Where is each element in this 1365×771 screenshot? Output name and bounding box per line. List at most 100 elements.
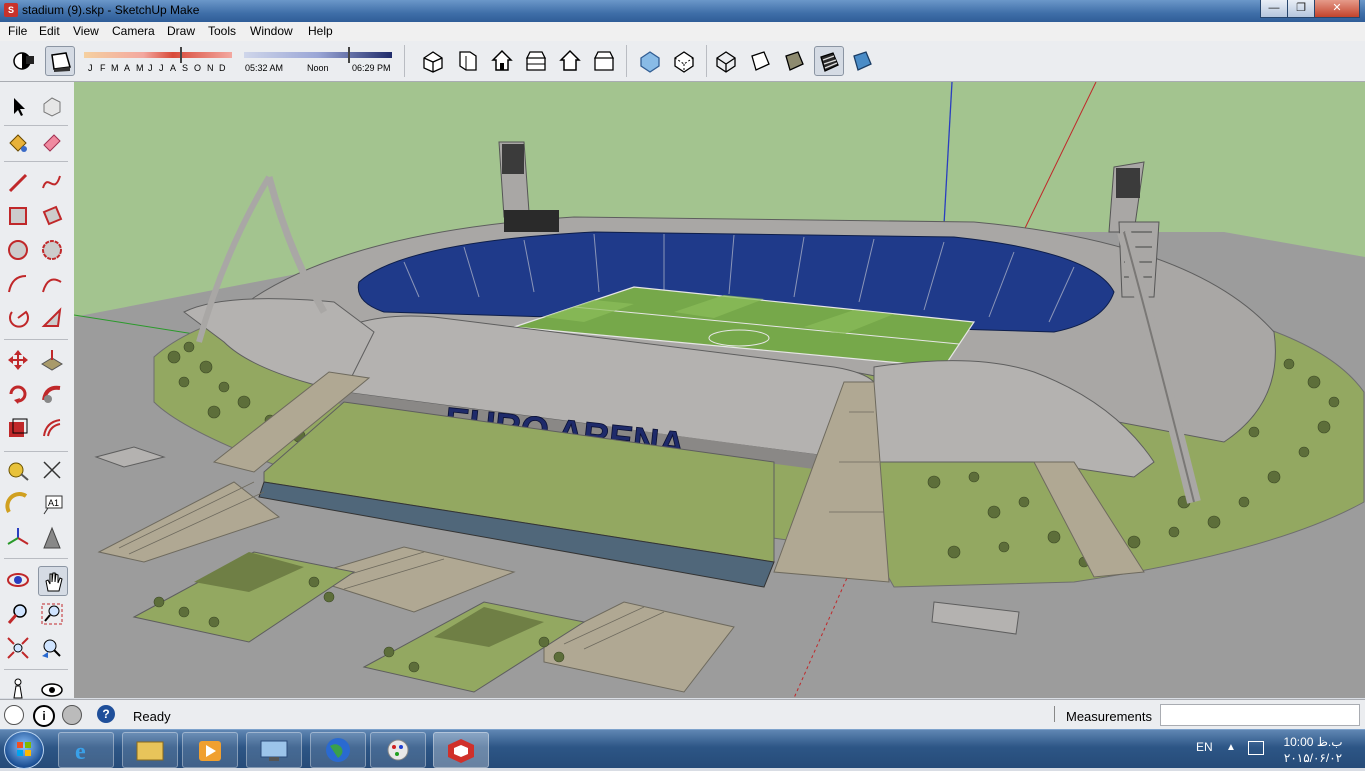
- paint-bucket-icon[interactable]: [4, 127, 32, 155]
- menu-view[interactable]: View: [73, 24, 99, 38]
- tape-measure-icon[interactable]: [4, 456, 32, 484]
- xray-icon[interactable]: [636, 46, 664, 74]
- iso-view-icon[interactable]: [419, 46, 447, 74]
- orbit-icon[interactable]: [4, 566, 32, 594]
- help-icon[interactable]: ?: [97, 705, 115, 723]
- credits-icon[interactable]: i: [33, 705, 55, 727]
- zoom-window-icon[interactable]: [38, 600, 66, 628]
- palette-separator: [4, 125, 68, 126]
- text-icon[interactable]: A1: [38, 490, 66, 518]
- follow-me-tool-icon[interactable]: [38, 380, 66, 408]
- palette-separator: [4, 339, 68, 340]
- freehand-icon[interactable]: [38, 168, 66, 196]
- language-indicator[interactable]: EN: [1196, 740, 1213, 754]
- month-label: M: [111, 63, 119, 73]
- google-earth-icon[interactable]: [310, 732, 366, 768]
- month-label: J: [88, 63, 93, 73]
- polygon-icon[interactable]: [38, 236, 66, 264]
- make-component-icon[interactable]: [38, 92, 66, 120]
- sketchup-icon[interactable]: [433, 732, 489, 768]
- wireframe-icon[interactable]: [712, 46, 740, 74]
- position-camera-icon[interactable]: [4, 674, 32, 702]
- front-view-icon[interactable]: [488, 46, 516, 74]
- arc-icon[interactable]: [4, 270, 32, 298]
- tool-palette: A1: [0, 82, 75, 699]
- zoom-icon[interactable]: [4, 600, 32, 628]
- measurements-input[interactable]: [1160, 704, 1360, 726]
- menu-file[interactable]: File: [8, 24, 27, 38]
- menu-draw[interactable]: Draw: [167, 24, 195, 38]
- rotated-rectangle-icon[interactable]: [38, 202, 66, 230]
- palette-separator: [4, 669, 68, 670]
- hidden-line-icon[interactable]: [746, 46, 774, 74]
- rectangle-icon[interactable]: [4, 202, 32, 230]
- right-view-icon[interactable]: [522, 46, 550, 74]
- menu-window[interactable]: Window: [250, 24, 293, 38]
- time-slider[interactable]: [244, 52, 392, 58]
- menu-tools[interactable]: Tools: [208, 24, 236, 38]
- date-slider-thumb[interactable]: [180, 47, 182, 63]
- zoom-extents-icon[interactable]: [4, 634, 32, 662]
- select-tool-icon[interactable]: [4, 92, 32, 120]
- move-icon[interactable]: [4, 346, 32, 374]
- line-tool-icon[interactable]: [4, 168, 32, 196]
- show-hidden-icons-icon[interactable]: ▲: [1226, 742, 1236, 753]
- network-icon[interactable]: [246, 732, 302, 768]
- offset-icon[interactable]: [38, 414, 66, 442]
- pie-icon[interactable]: [4, 304, 32, 332]
- geo-location-icon[interactable]: [4, 705, 24, 725]
- menu-help[interactable]: Help: [308, 24, 333, 38]
- left-view-icon[interactable]: [590, 46, 618, 74]
- file-explorer-icon[interactable]: [122, 732, 178, 768]
- axes-icon[interactable]: [4, 524, 32, 552]
- paint-icon[interactable]: [370, 732, 426, 768]
- clock-date[interactable]: ۲۰۱۵/۰۶/۰۲: [1283, 751, 1343, 765]
- sketchup-app-icon[interactable]: S: [4, 3, 18, 17]
- previous-view-icon[interactable]: [38, 634, 66, 662]
- dimension-icon[interactable]: [38, 456, 66, 484]
- toolbar-separator: [706, 45, 707, 77]
- circle-icon[interactable]: [4, 236, 32, 264]
- time-slider-thumb[interactable]: [348, 47, 350, 63]
- menu-camera[interactable]: Camera: [112, 24, 155, 38]
- shaded-icon[interactable]: [780, 46, 808, 74]
- shaded-with-textures-icon[interactable]: [814, 46, 844, 76]
- follow-me-icon[interactable]: [38, 304, 66, 332]
- fog-icon[interactable]: [45, 46, 75, 76]
- clock-time[interactable]: 10:00 ب.ظ: [1283, 735, 1343, 749]
- rotate-icon[interactable]: [4, 380, 32, 408]
- 3d-text-icon[interactable]: [38, 524, 66, 552]
- internet-explorer-icon[interactable]: e: [58, 732, 114, 768]
- user-icon[interactable]: [62, 705, 82, 725]
- month-label: M: [136, 63, 144, 73]
- back-view-icon[interactable]: [556, 46, 584, 74]
- windows-taskbar: e EN ▲ 10:00 ب.ظ ۲۰۱۵/۰۶/۰۲: [0, 729, 1365, 769]
- action-center-icon[interactable]: [1248, 741, 1264, 755]
- month-label: N: [207, 63, 214, 73]
- start-orb-icon[interactable]: [4, 731, 44, 769]
- push-pull-icon[interactable]: [38, 346, 66, 374]
- eraser-icon[interactable]: [38, 127, 66, 155]
- top-view-icon[interactable]: [454, 46, 482, 74]
- pan-icon[interactable]: [38, 566, 68, 596]
- minimize-icon[interactable]: —: [1260, 0, 1288, 18]
- date-slider[interactable]: [84, 52, 232, 58]
- toolbar-separator: [404, 45, 405, 77]
- menu-edit[interactable]: Edit: [39, 24, 60, 38]
- look-around-icon[interactable]: [38, 674, 66, 702]
- main-toolbar: J F M A M J J A S O N D 05:32 AM Noon 06…: [0, 41, 1365, 82]
- two-point-arc-icon[interactable]: [38, 270, 66, 298]
- month-label: J: [148, 63, 153, 73]
- media-player-icon[interactable]: [182, 732, 238, 768]
- maximize-icon[interactable]: ❐: [1287, 0, 1315, 18]
- shadows-icon[interactable]: [10, 46, 38, 74]
- close-icon[interactable]: ✕: [1314, 0, 1360, 18]
- scale-icon[interactable]: [4, 414, 32, 442]
- window-title: stadium (9).skp - SketchUp Make: [22, 3, 200, 17]
- month-label: J: [159, 63, 164, 73]
- monochrome-icon[interactable]: [848, 46, 876, 74]
- protractor-icon[interactable]: [4, 490, 32, 518]
- month-label: S: [182, 63, 189, 73]
- back-edges-icon[interactable]: [670, 46, 698, 74]
- model-viewport[interactable]: EURO ARENA: [74, 82, 1365, 698]
